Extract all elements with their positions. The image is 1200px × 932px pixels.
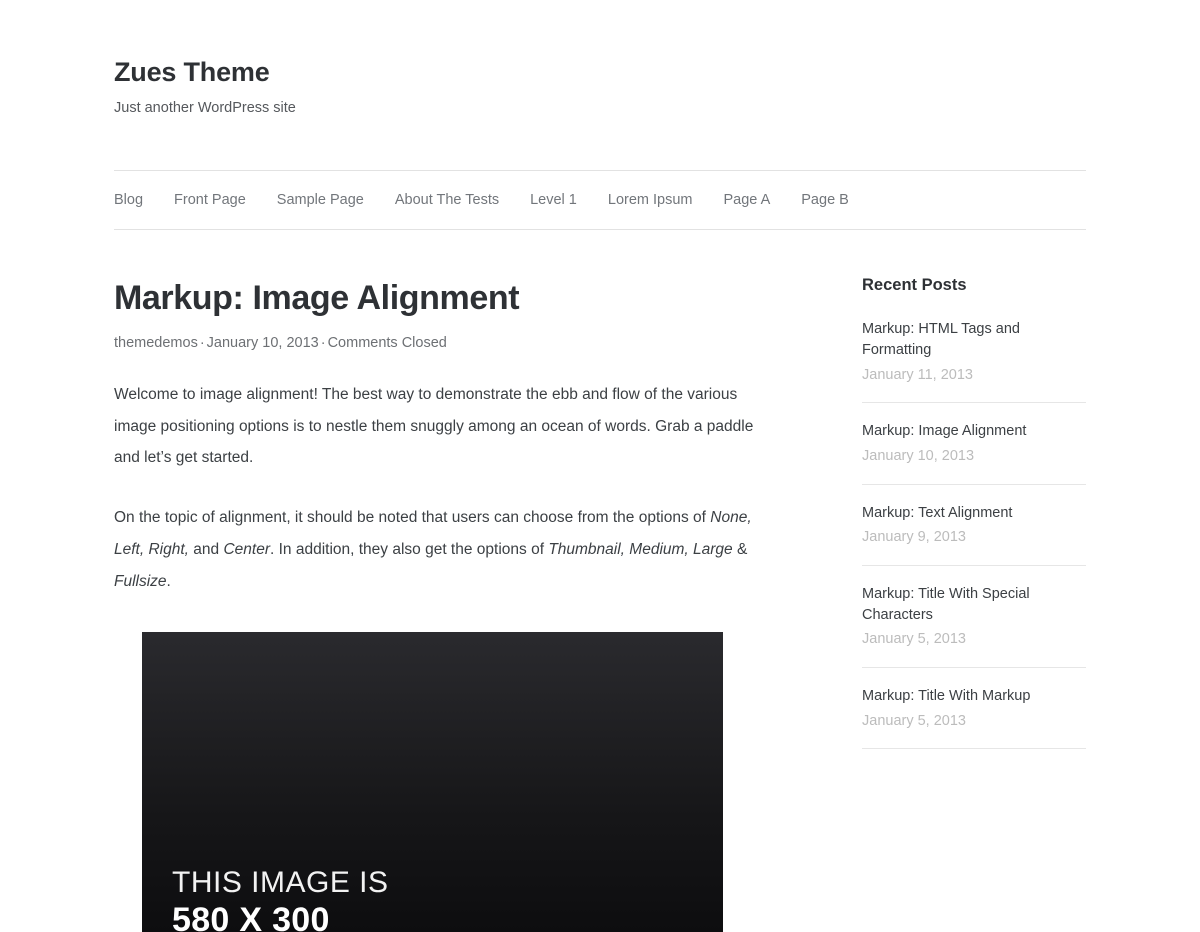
post-comments-status: Comments Closed [328, 335, 447, 351]
site-header: Zues Theme Just another WordPress site [114, 0, 1086, 118]
post-meta: themedemos·January 10, 2013·Comments Clo… [114, 335, 764, 351]
recent-post-link[interactable]: Markup: Text Alignment [862, 503, 1086, 524]
list-item: Markup: Title With Markup January 5, 201… [862, 686, 1086, 749]
paragraph-2-emphasis-3: Thumbnail, Medium, Large [548, 541, 732, 558]
paragraph-2-emphasis-2: Center [223, 541, 270, 558]
recent-posts-list: Markup: HTML Tags and Formatting January… [862, 319, 1086, 749]
nav-item-lorem-ipsum[interactable]: Lorem Ipsum [608, 192, 693, 208]
paragraph-2-text-4: & [733, 541, 748, 558]
nav-item-level-1[interactable]: Level 1 [530, 192, 577, 208]
post-paragraph-1: Welcome to image alignment! The best way… [114, 379, 764, 475]
placeholder-caption-line-1: THIS IMAGE IS [172, 866, 389, 901]
nav-item-blog[interactable]: Blog [114, 192, 143, 208]
post-title: Markup: Image Alignment [114, 279, 764, 317]
placeholder-image: THIS IMAGE IS 580 X 300 [142, 632, 723, 932]
list-item: Markup: Title With Special Characters Ja… [862, 584, 1086, 668]
list-item: Markup: Text Alignment January 9, 2013 [862, 503, 1086, 566]
paragraph-2-emphasis-4: Fullsize [114, 573, 167, 590]
recent-post-date: January 11, 2013 [862, 365, 1086, 385]
main-content: Markup: Image Alignment themedemos·Janua… [114, 230, 764, 932]
paragraph-2-text-2: and [189, 541, 223, 558]
recent-post-link[interactable]: Markup: Title With Markup [862, 686, 1086, 707]
nav-item-sample-page[interactable]: Sample Page [277, 192, 364, 208]
meta-separator-2: · [319, 335, 328, 351]
recent-posts-title: Recent Posts [862, 276, 1086, 296]
list-item: Markup: Image Alignment January 10, 2013 [862, 421, 1086, 484]
recent-post-link[interactable]: Markup: Title With Special Characters [862, 584, 1086, 626]
page-container: Zues Theme Just another WordPress site B… [114, 0, 1086, 932]
nav-item-about-the-tests[interactable]: About The Tests [395, 192, 499, 208]
nav-item-page-b[interactable]: Page B [801, 192, 849, 208]
recent-post-date: January 5, 2013 [862, 629, 1086, 649]
post-date: January 10, 2013 [207, 335, 319, 351]
placeholder-image-caption: THIS IMAGE IS 580 X 300 [172, 866, 389, 932]
post-figure: THIS IMAGE IS 580 X 300 [114, 632, 764, 932]
post-article: Markup: Image Alignment themedemos·Janua… [114, 279, 764, 932]
recent-post-link[interactable]: Markup: Image Alignment [862, 421, 1086, 442]
paragraph-2-text-5: . [167, 573, 171, 590]
post-author[interactable]: themedemos [114, 335, 198, 351]
nav-list: Blog Front Page Sample Page About The Te… [114, 171, 1086, 229]
paragraph-2-text-1: On the topic of alignment, it should be … [114, 509, 710, 526]
recent-posts-widget: Recent Posts Markup: HTML Tags and Forma… [862, 276, 1086, 749]
nav-item-page-a[interactable]: Page A [724, 192, 771, 208]
content-row: Markup: Image Alignment themedemos·Janua… [114, 230, 1086, 932]
post-paragraph-2: On the topic of alignment, it should be … [114, 502, 764, 598]
recent-post-link[interactable]: Markup: HTML Tags and Formatting [862, 319, 1086, 361]
post-body: Welcome to image alignment! The best way… [114, 379, 764, 932]
nav-item-front-page[interactable]: Front Page [174, 192, 246, 208]
primary-navigation: Blog Front Page Sample Page About The Te… [114, 170, 1086, 230]
site-tagline: Just another WordPress site [114, 99, 1086, 118]
list-item: Markup: HTML Tags and Formatting January… [862, 319, 1086, 403]
recent-post-date: January 9, 2013 [862, 527, 1086, 547]
meta-separator-1: · [198, 335, 207, 351]
sidebar: Recent Posts Markup: HTML Tags and Forma… [862, 230, 1086, 767]
placeholder-caption-line-2: 580 X 300 [172, 901, 389, 932]
paragraph-2-text-3: . In addition, they also get the options… [270, 541, 548, 558]
recent-post-date: January 5, 2013 [862, 711, 1086, 731]
recent-post-date: January 10, 2013 [862, 446, 1086, 466]
site-title[interactable]: Zues Theme [114, 58, 1086, 88]
